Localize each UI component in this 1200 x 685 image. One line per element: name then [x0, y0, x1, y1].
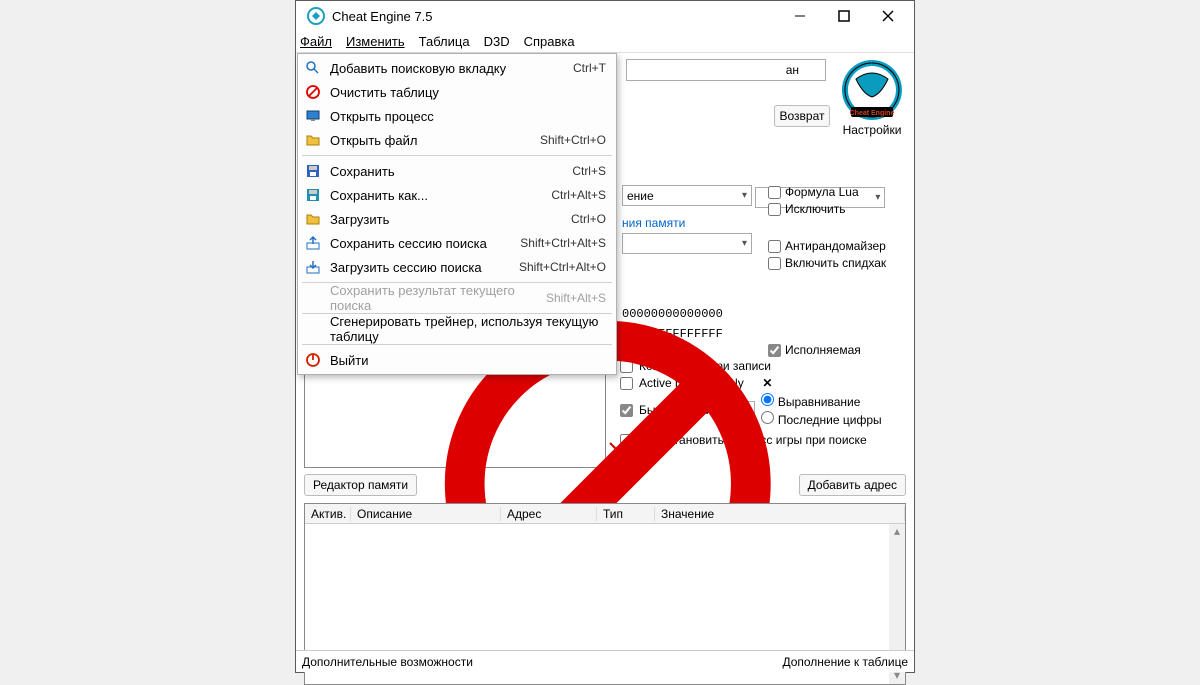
menu-item[interactable]: Сохранить сессию поискаShift+Ctrl+Alt+S — [298, 231, 616, 255]
power-icon — [304, 351, 322, 369]
status-left[interactable]: Дополнительные возможности — [302, 655, 473, 669]
menu-item[interactable]: Выйти — [298, 348, 616, 372]
menu-file[interactable]: Файл — [300, 34, 332, 49]
file-menu-dropdown: Добавить поисковую вкладкуCtrl+T Очистить… — [297, 53, 617, 375]
col-value[interactable]: Значение — [655, 507, 905, 521]
menu-d3d[interactable]: D3D — [484, 34, 510, 49]
forbidden-icon — [304, 83, 322, 101]
status-right[interactable]: Дополнение к таблице — [782, 655, 908, 669]
combo-suffix: ение — [627, 189, 654, 203]
antirandomizer-checkbox[interactable]: Антирандомайзер — [768, 239, 904, 253]
menu-item-label: Загрузить сессию поиска — [330, 260, 519, 275]
memory-region-combo[interactable]: ▾ — [622, 233, 752, 254]
menu-item[interactable]: Сгенерировать трейнер, используя текущую… — [298, 317, 616, 341]
settings-label: Настройки — [836, 123, 908, 137]
app-window: Cheat Engine 7.5 Файл Изменить Таблица D… — [295, 0, 915, 673]
minimize-button[interactable] — [778, 1, 822, 31]
return-button[interactable]: Возврат — [774, 105, 830, 127]
cheat-engine-logo-icon: Cheat Engine — [841, 59, 903, 121]
menu-item-shortcut: Shift+Ctrl+Alt+O — [519, 260, 606, 274]
menubar: Файл Изменить Таблица D3D Справка — [296, 31, 914, 53]
menu-table[interactable]: Таблица — [419, 34, 470, 49]
scan-type-combo[interactable]: ение▾ — [622, 185, 752, 206]
menu-item-label: Очистить таблицу — [330, 85, 606, 100]
menu-item[interactable]: Очистить таблицу — [298, 80, 616, 104]
menu-item: Сохранить результат текущего поискаShift… — [298, 286, 616, 310]
menu-help[interactable]: Справка — [524, 34, 575, 49]
lua-formula-checkbox[interactable]: Формула Lua — [768, 185, 904, 199]
add-address-button[interactable]: Добавить адрес — [799, 474, 906, 496]
menu-item[interactable]: Добавить поисковую вкладкуCtrl+T — [298, 56, 616, 80]
menu-item-label: Сохранить результат текущего поиска — [330, 283, 546, 313]
col-type[interactable]: Тип — [597, 507, 655, 521]
maximize-button[interactable] — [822, 1, 866, 31]
folder-icon — [304, 131, 322, 149]
exclude-checkbox[interactable]: Исключить — [768, 202, 904, 216]
menu-item-shortcut: Ctrl+Alt+S — [551, 188, 606, 202]
menu-item-label: Добавить поисковую вкладку — [330, 61, 573, 76]
settings-block[interactable]: Cheat Engine Настройки — [836, 59, 908, 137]
menu-item-shortcut: Ctrl+S — [572, 164, 606, 178]
menu-item[interactable]: Открыть файлShift+Ctrl+O — [298, 128, 616, 152]
menu-item[interactable]: Загрузить сессию поискаShift+Ctrl+Alt+O — [298, 255, 616, 279]
menu-item-shortcut: Shift+Ctrl+O — [540, 133, 606, 147]
menu-item[interactable]: Сохранить как...Ctrl+Alt+S — [298, 183, 616, 207]
menu-item-label: Открыть файл — [330, 133, 540, 148]
menu-item-label: Сохранить сессию поиска — [330, 236, 520, 251]
folder-icon — [304, 210, 322, 228]
memory-editor-button[interactable]: Редактор памяти — [304, 474, 417, 496]
menu-item-label: Выйти — [330, 353, 606, 368]
magnify-icon — [304, 59, 322, 77]
monitor-icon — [304, 107, 322, 125]
app-icon — [306, 6, 326, 26]
menu-item-shortcut: Shift+Alt+S — [546, 291, 606, 305]
import-icon — [304, 258, 322, 276]
menu-item-label: Сохранить как... — [330, 188, 551, 203]
blank-icon — [304, 289, 322, 307]
floppy2-icon — [304, 186, 322, 204]
menu-item-label: Открыть процесс — [330, 109, 606, 124]
menu-item-label: Загрузить — [330, 212, 571, 227]
svg-text:Cheat Engine: Cheat Engine — [850, 110, 895, 117]
menu-item[interactable]: Открыть процесс — [298, 104, 616, 128]
table-header: Актив. Описание Адрес Тип Значение — [305, 504, 905, 524]
menu-item[interactable]: СохранитьCtrl+S — [298, 159, 616, 183]
col-active[interactable]: Актив. — [305, 507, 351, 521]
menu-edit[interactable]: Изменить — [346, 34, 405, 49]
blank-icon — [304, 320, 322, 338]
col-description[interactable]: Описание — [351, 507, 501, 521]
floppy-icon — [304, 162, 322, 180]
menu-item-shortcut: Ctrl+T — [573, 61, 606, 75]
menu-item[interactable]: ЗагрузитьCtrl+O — [298, 207, 616, 231]
export-icon — [304, 234, 322, 252]
menu-item-label: Сохранить — [330, 164, 572, 179]
process-select[interactable]: ан — [626, 59, 826, 81]
close-button[interactable] — [866, 1, 910, 31]
speedhack-checkbox[interactable]: Включить спидхак — [768, 256, 904, 270]
menu-item-shortcut: Ctrl+O — [571, 212, 606, 226]
titlebar: Cheat Engine 7.5 — [296, 1, 914, 31]
col-address[interactable]: Адрес — [501, 507, 597, 521]
menu-item-shortcut: Shift+Ctrl+Alt+S — [520, 236, 606, 250]
window-title: Cheat Engine 7.5 — [332, 9, 778, 24]
status-bar: Дополнительные возможности Дополнение к … — [296, 650, 914, 672]
content-area: ан Возврат Cheat Engine Настройки ение▾ … — [296, 53, 914, 672]
menu-item-label: Сгенерировать трейнер, используя текущую… — [330, 314, 606, 344]
